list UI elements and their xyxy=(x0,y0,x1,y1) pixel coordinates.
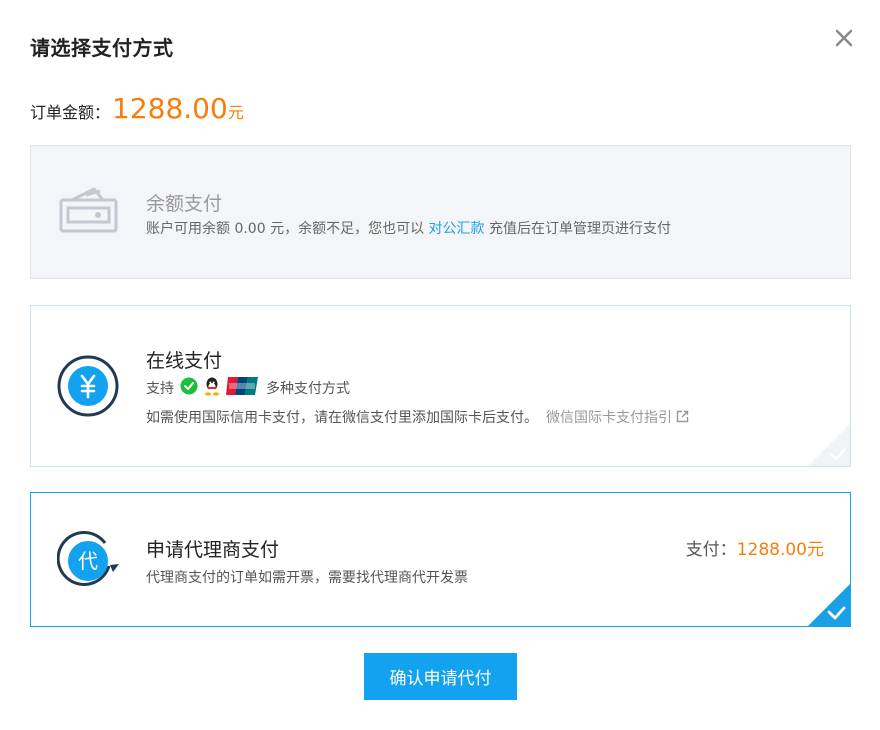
wallet-icon xyxy=(58,186,120,238)
external-link-icon xyxy=(676,410,689,427)
payment-dialog: 请选择支付方式 订单金额： 1288.00 元 余额支付 账户可用余额 0.00… xyxy=(0,0,880,730)
dialog-title: 请选择支付方式 xyxy=(30,36,174,60)
online-desc-text: 如需使用国际信用卡支付，请在微信支付里添加国际卡后支付。 xyxy=(146,410,538,426)
confirm-agent-pay-button[interactable]: 确认申请代付 xyxy=(364,653,517,700)
online-title: 在线支付 xyxy=(146,350,223,372)
agent-icon-char: 代 xyxy=(78,549,98,573)
qq-icon xyxy=(204,376,220,400)
yuan-icon xyxy=(57,355,119,421)
agent-desc: 代理商支付的订单如需开票，需要找代理商代开发票 xyxy=(146,570,468,586)
agent-pay-label: 支付： xyxy=(685,540,737,560)
corporate-transfer-link[interactable]: 对公汇款 xyxy=(429,221,485,237)
support-label: 支持 xyxy=(146,381,174,397)
selected-check-icon xyxy=(808,584,850,626)
balance-desc: 账户可用余额 0.00 元，余额不足，您也可以 对公汇款 充值后在订单管理页进行… xyxy=(146,218,671,238)
order-amount: 订单金额： 1288.00 元 xyxy=(30,92,244,125)
agent-title: 申请代理商支付 xyxy=(146,539,280,561)
order-amount-unit: 元 xyxy=(227,103,244,122)
agent-pay-icon: 代 xyxy=(56,530,121,596)
unselected-corner-mark xyxy=(808,424,850,466)
agent-pay-value: 1288.00元 xyxy=(736,540,824,560)
payment-option-balance: 余额支付 账户可用余额 0.00 元，余额不足，您也可以 对公汇款 充值后在订单… xyxy=(30,145,851,279)
order-amount-value: 1288.00 xyxy=(112,92,228,125)
more-payment-methods: 多种支付方式 xyxy=(266,381,350,397)
payment-option-agent[interactable]: 代 申请代理商支付 代理商支付的订单如需开票，需要找代理商代开发票 支付：128… xyxy=(30,492,851,627)
online-desc: 如需使用国际信用卡支付，请在微信支付里添加国际卡后支付。 微信国际卡支付指引 xyxy=(146,407,689,427)
order-amount-label: 订单金额： xyxy=(30,103,111,122)
wechat-intl-card-guide-link[interactable]: 微信国际卡支付指引 xyxy=(546,410,689,426)
close-icon[interactable] xyxy=(832,26,856,50)
balance-title: 余额支付 xyxy=(146,193,223,215)
unionpay-icon xyxy=(226,377,258,399)
wechat-icon xyxy=(180,377,198,399)
balance-desc-text: 账户可用余额 0.00 元，余额不足，您也可以 xyxy=(146,221,429,237)
balance-desc-text-2: 充值后在订单管理页进行支付 xyxy=(484,221,671,237)
online-support-row: 支持 多种支付方式 xyxy=(146,376,350,400)
payment-option-online[interactable]: 在线支付 支持 多种支付方式 如需使用国际信用卡支付，请在微信支付里添加国际卡后… xyxy=(30,305,851,467)
agent-pay-amount: 支付：1288.00元 xyxy=(686,535,824,560)
